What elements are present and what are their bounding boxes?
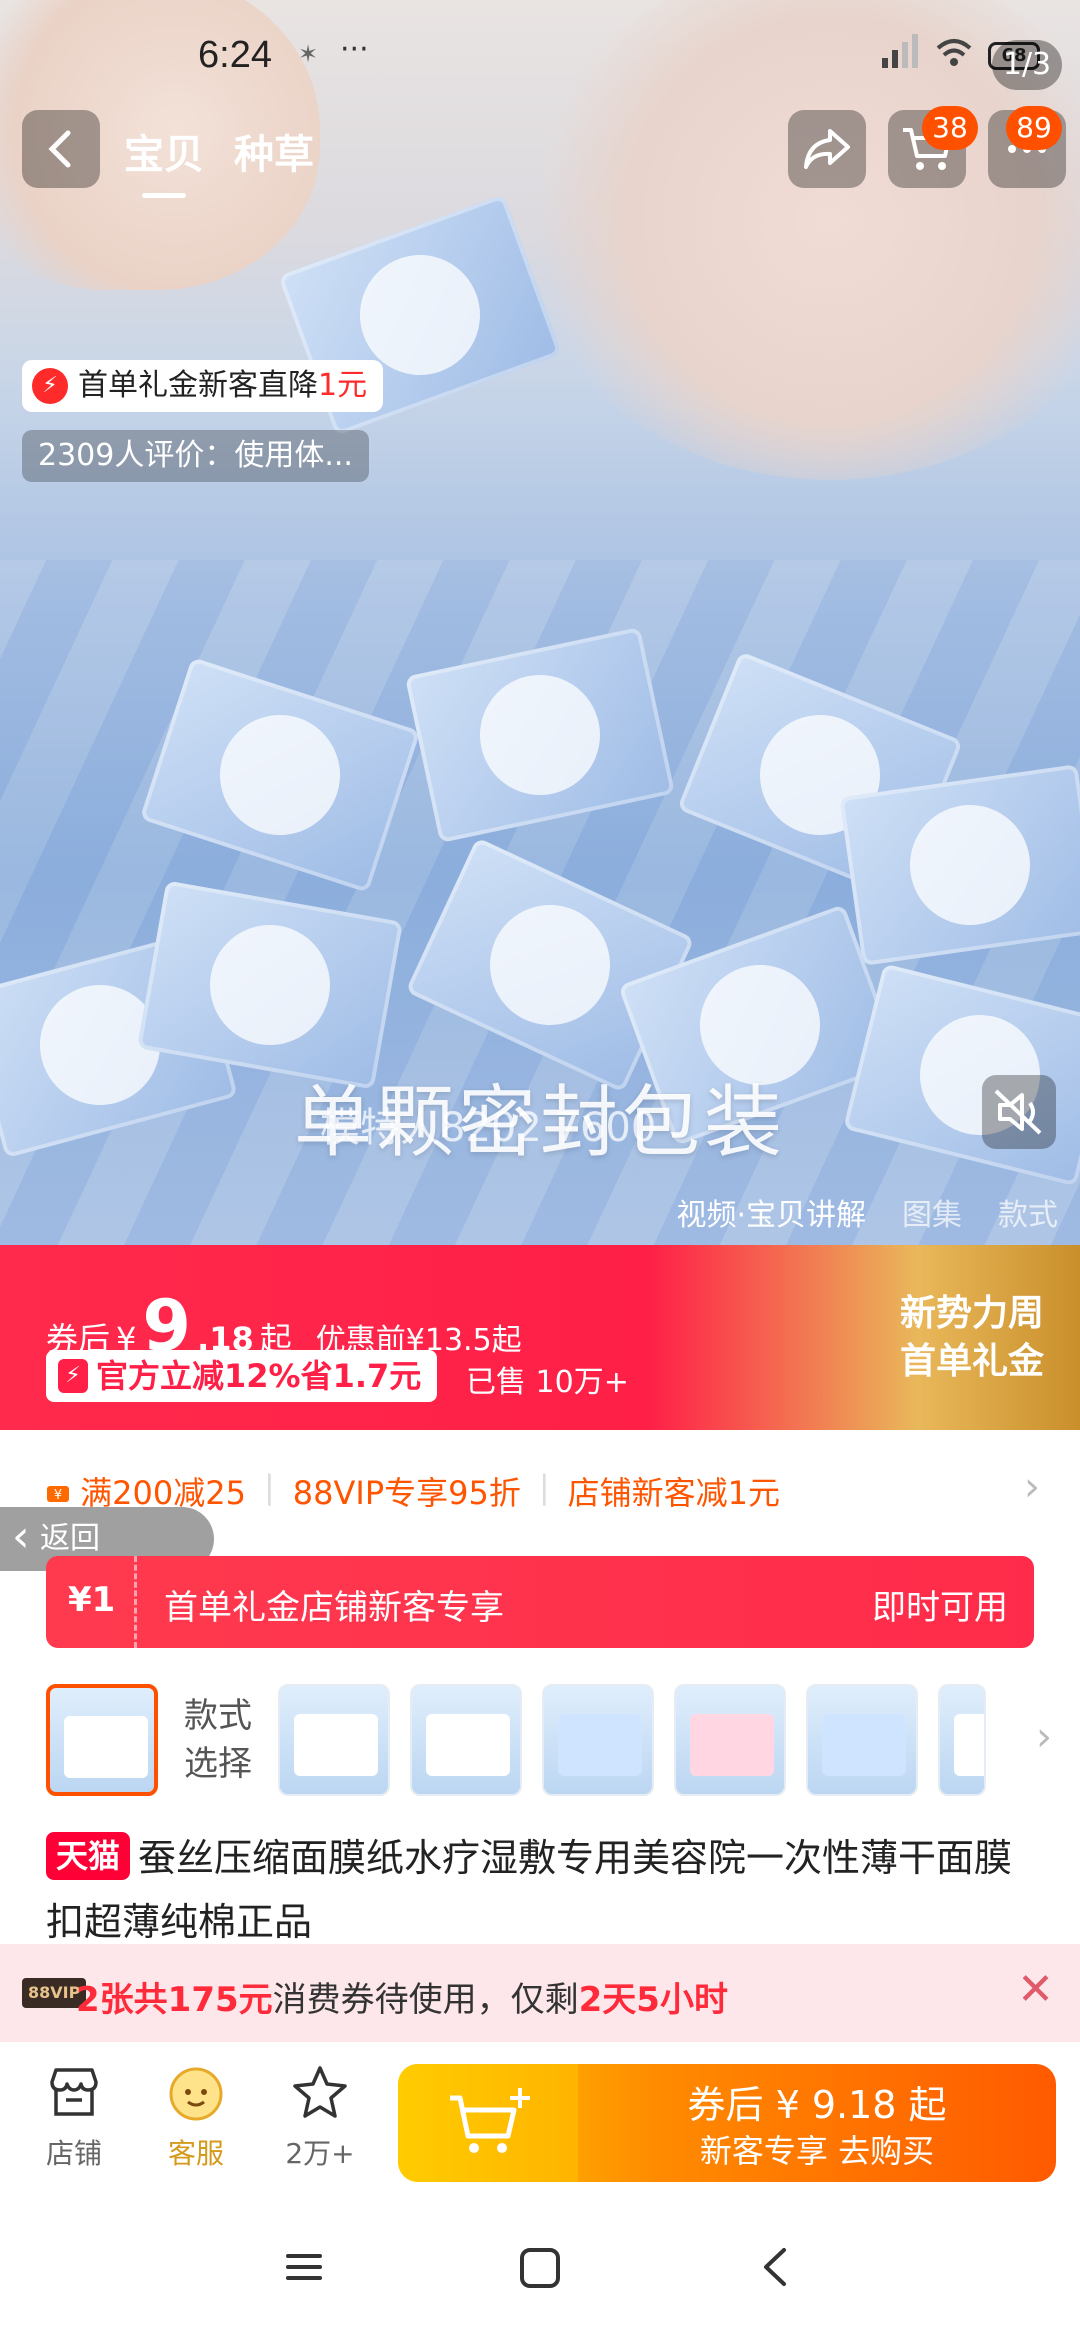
gift-amount: ¥1 <box>68 1580 116 1620</box>
vip-coupon-notice[interactable]: 88VIP 2张共175元消费券待使用，仅剩2天5小时 ✕ <box>0 1944 1080 2042</box>
variant-thumb[interactable] <box>410 1684 522 1796</box>
media-tab-gallery[interactable]: 图集 <box>902 1190 962 1234</box>
signal-icon <box>880 34 920 77</box>
divider <box>134 1556 137 1648</box>
lightning-icon: ⚡ <box>58 1359 88 1393</box>
discount-pill: ⚡ 官方立减12%省1.7元 <box>46 1350 438 1402</box>
favorite-button[interactable]: 2万+ <box>270 2064 370 2172</box>
tab-product[interactable]: 宝贝 <box>124 122 204 198</box>
system-navigation-bar <box>0 2192 1080 2340</box>
gift-tag-amount: 1元 <box>318 368 368 403</box>
favorite-count: 2万+ <box>285 2137 355 2170</box>
menu-icon[interactable] <box>264 2232 344 2302</box>
home-icon[interactable] <box>500 2232 580 2302</box>
product-image-carousel[interactable]: 单颗密封包装 模特人8202 7600 6:24 ✶ ··· 68 1/3 宝贝… <box>0 0 1080 1245</box>
speaker-mute-icon <box>994 1089 1042 1135</box>
cart-badge: 38 <box>922 106 978 150</box>
variant-image <box>822 1714 906 1776</box>
buy-button[interactable]: 券后 ¥ 9.18 起 新客专享 去购买 <box>398 2064 1056 2182</box>
page-indicator: 1/3 <box>992 40 1062 90</box>
service-label: 客服 <box>167 2137 224 2170</box>
share-button[interactable] <box>788 110 866 188</box>
mute-button[interactable] <box>982 1075 1056 1149</box>
svg-text:¥: ¥ <box>54 1488 62 1503</box>
chevron-right-icon[interactable]: › <box>1036 1714 1052 1760</box>
back-icon[interactable] <box>736 2232 816 2302</box>
variant-image <box>64 1716 148 1778</box>
gift-use-button[interactable]: 即时可用 <box>872 1580 1008 1629</box>
promo-label[interactable]: 新势力周 首单礼金 <box>900 1290 1044 1386</box>
product-title-text: 蚕丝压缩面膜纸水疗湿敷专用美容院一次性薄干面膜扣超薄纯棉正品 <box>46 1836 1013 1944</box>
variant-thumb[interactable] <box>938 1684 986 1796</box>
star-icon <box>270 2064 370 2124</box>
vip-notice-text: 2张共175元消费券待使用，仅剩2天5小时 <box>76 1980 728 2020</box>
store-icon <box>24 2064 124 2124</box>
variant-thumb[interactable] <box>806 1684 918 1796</box>
lightning-icon: ⚡ <box>32 368 68 404</box>
status-time: 6:24 <box>198 34 272 76</box>
chevron-right-icon: › <box>1024 1464 1040 1510</box>
variant-thumb[interactable] <box>278 1684 390 1796</box>
coupon-item: 店铺新客减1元 <box>567 1474 780 1512</box>
variant-selector: 款式选择 › <box>46 1684 1052 1802</box>
coupon-item: 88VIP专享95折 <box>292 1474 521 1512</box>
variant-label[interactable]: 款式选择 <box>184 1692 264 1788</box>
product-title: 天猫 蚕丝压缩面膜纸水疗湿敷专用美容院一次性薄干面膜扣超薄纯棉正品 <box>46 1826 1036 1954</box>
add-to-cart-button[interactable] <box>398 2064 578 2182</box>
variant-image <box>426 1714 510 1776</box>
variant-thumb[interactable] <box>674 1684 786 1796</box>
gift-text: 首单礼金店铺新客专享 <box>164 1588 504 1628</box>
more-dots-icon: ··· <box>340 32 369 67</box>
variant-image <box>690 1714 774 1776</box>
divider: | <box>263 1468 275 1506</box>
share-icon <box>804 129 850 169</box>
product-pack <box>839 764 1080 966</box>
service-avatar-icon <box>146 2064 246 2124</box>
wifi-icon <box>934 36 974 75</box>
variant-thumb[interactable] <box>542 1684 654 1796</box>
add-cart-icon <box>450 2088 530 2153</box>
variant-image <box>294 1714 378 1776</box>
first-order-gift-bar[interactable]: ¥1 首单礼金店铺新客专享 即时可用 <box>46 1556 1034 1648</box>
shop-label: 店铺 <box>45 2137 102 2170</box>
discount-text: 官方立减12%省1.7元 <box>96 1357 422 1395</box>
back-button[interactable] <box>22 110 100 188</box>
status-bar: 6:24 ✶ ··· 68 <box>0 30 1080 90</box>
buy-price: 券后 ¥ 9.18 起 <box>687 2083 947 2127</box>
variant-thumb[interactable] <box>46 1684 158 1796</box>
promo-line-1: 新势力周 <box>899 1293 1044 1334</box>
shop-button[interactable]: 店铺 <box>24 2064 124 2172</box>
coupon-icon: ¥ <box>47 1486 69 1503</box>
customer-service-button[interactable]: 客服 <box>146 2064 246 2172</box>
image-watermark: 模特人8202 7600 <box>320 1105 657 1151</box>
message-badge: 89 <box>1006 106 1062 150</box>
bottom-action-bar: 店铺 客服 2万+ 券后 ¥ 9.18 起 新客专享 去购买 <box>0 2042 1080 2192</box>
tab-reviews[interactable]: 种草 <box>234 122 314 180</box>
back-arrow-icon <box>48 130 71 168</box>
top-nav: 宝贝 种草 38 89 <box>0 106 1080 198</box>
buy-label: 新客专享 去购买 <box>699 2132 935 2170</box>
media-tab-style[interactable]: 款式 <box>998 1190 1058 1234</box>
gift-tag-prefix: 首单礼金新客直降 <box>78 368 318 403</box>
variant-image <box>954 1714 984 1776</box>
close-icon[interactable]: ✕ <box>1017 1964 1054 2015</box>
tmall-badge: 天猫 <box>46 1832 131 1880</box>
media-tab-video[interactable]: 视频·宝贝讲解 <box>676 1190 866 1234</box>
variant-image <box>558 1714 642 1776</box>
notification-icon: ✶ <box>298 40 319 68</box>
media-tabs: 视频·宝贝讲解 图集 款式 <box>676 1190 1058 1234</box>
divider: | <box>538 1468 550 1506</box>
first-order-gift-tag[interactable]: ⚡ 首单礼金新客直降1元 <box>22 360 384 412</box>
sold-count: 已售 10万+ <box>466 1365 629 1400</box>
promo-line-2: 首单礼金 <box>899 1341 1044 1382</box>
price-banner: 券后 ¥ 9.18 起 优惠前¥13.5起 ⚡ 官方立减12%省1.7元 已售 … <box>0 1245 1080 1430</box>
review-summary-tag[interactable]: 2309人评价：使用体... <box>22 430 369 482</box>
